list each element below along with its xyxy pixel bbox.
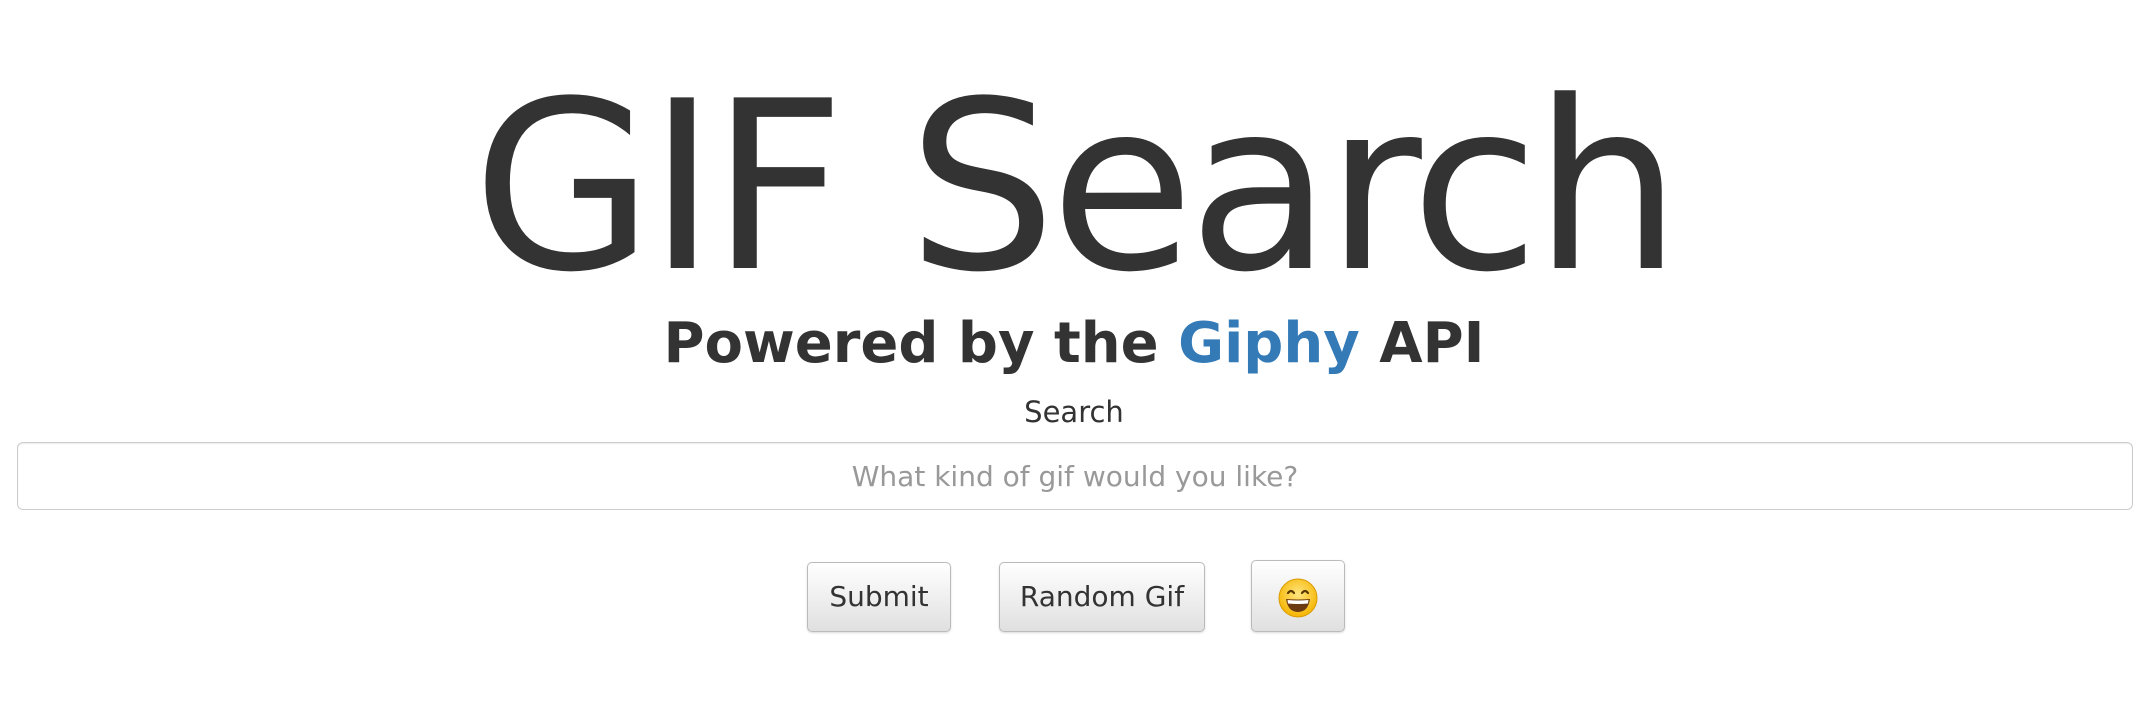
grinning-face-emoji-icon	[1278, 578, 1318, 618]
submit-button[interactable]: Submit	[807, 562, 951, 632]
page: GIF Search Powered by the Giphy API Sear…	[0, 0, 2148, 720]
random-gif-button[interactable]: Random Gif	[999, 562, 1205, 632]
giphy-link[interactable]: Giphy	[1178, 311, 1360, 376]
emoji-button[interactable]	[1251, 560, 1345, 632]
search-input[interactable]	[17, 442, 2133, 510]
search-label: Search	[1024, 395, 1124, 429]
page-subtitle: Powered by the Giphy API	[0, 309, 2148, 379]
subtitle-prefix: Powered by the	[663, 311, 1159, 376]
subtitle-suffix: API	[1379, 311, 1485, 376]
page-title: GIF Search	[472, 52, 1681, 324]
